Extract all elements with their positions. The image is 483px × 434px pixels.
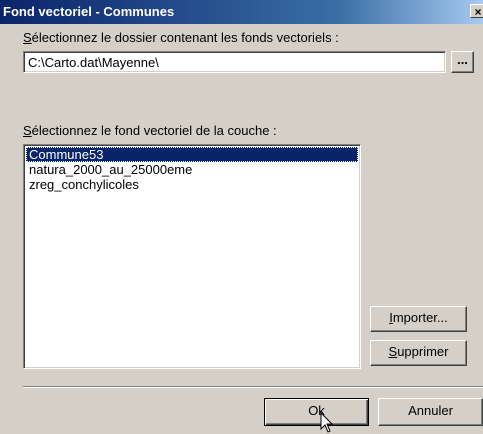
close-button[interactable]: × <box>470 4 483 19</box>
mouse-pointer-icon <box>320 412 334 433</box>
layer-listbox[interactable]: Commune53 natura_2000_au_25000eme zreg_c… <box>23 144 361 369</box>
folder-label-mnemonic: S <box>23 30 32 45</box>
window-title: Fond vectoriel - Communes <box>3 4 175 19</box>
folder-label-text: électionnez le dossier contenant les fon… <box>31 30 339 45</box>
separator <box>23 386 483 388</box>
list-item-commune53[interactable]: Commune53 <box>26 147 358 162</box>
list-item-natura-2000[interactable]: natura_2000_au_25000eme <box>26 162 358 177</box>
folder-label: Sélectionnez le dossier contenant les fo… <box>23 30 339 45</box>
import-button[interactable]: Importer... <box>370 306 467 332</box>
import-label: mporter... <box>392 310 448 325</box>
delete-mnemonic: S <box>388 344 398 359</box>
ok-button[interactable]: Ok <box>264 398 369 426</box>
layer-label: Sélectionnez le fond vectoriel de la cou… <box>23 123 277 138</box>
folder-path-input[interactable]: C:\Carto.dat\Mayenne\ <box>23 51 446 73</box>
list-item-zreg-conchylicoles[interactable]: zreg_conchylicoles <box>26 177 358 192</box>
title-bar[interactable]: Fond vectoriel - Communes × <box>0 0 483 24</box>
browse-button[interactable]: ... <box>451 51 474 73</box>
layer-label-text: électionnez le fond vectoriel de la couc… <box>31 123 277 138</box>
layer-label-mnemonic: S <box>23 123 32 138</box>
delete-label: upprimer <box>397 344 449 359</box>
cancel-button[interactable]: Annuler <box>378 398 483 426</box>
delete-button[interactable]: Supprimer <box>370 340 467 366</box>
